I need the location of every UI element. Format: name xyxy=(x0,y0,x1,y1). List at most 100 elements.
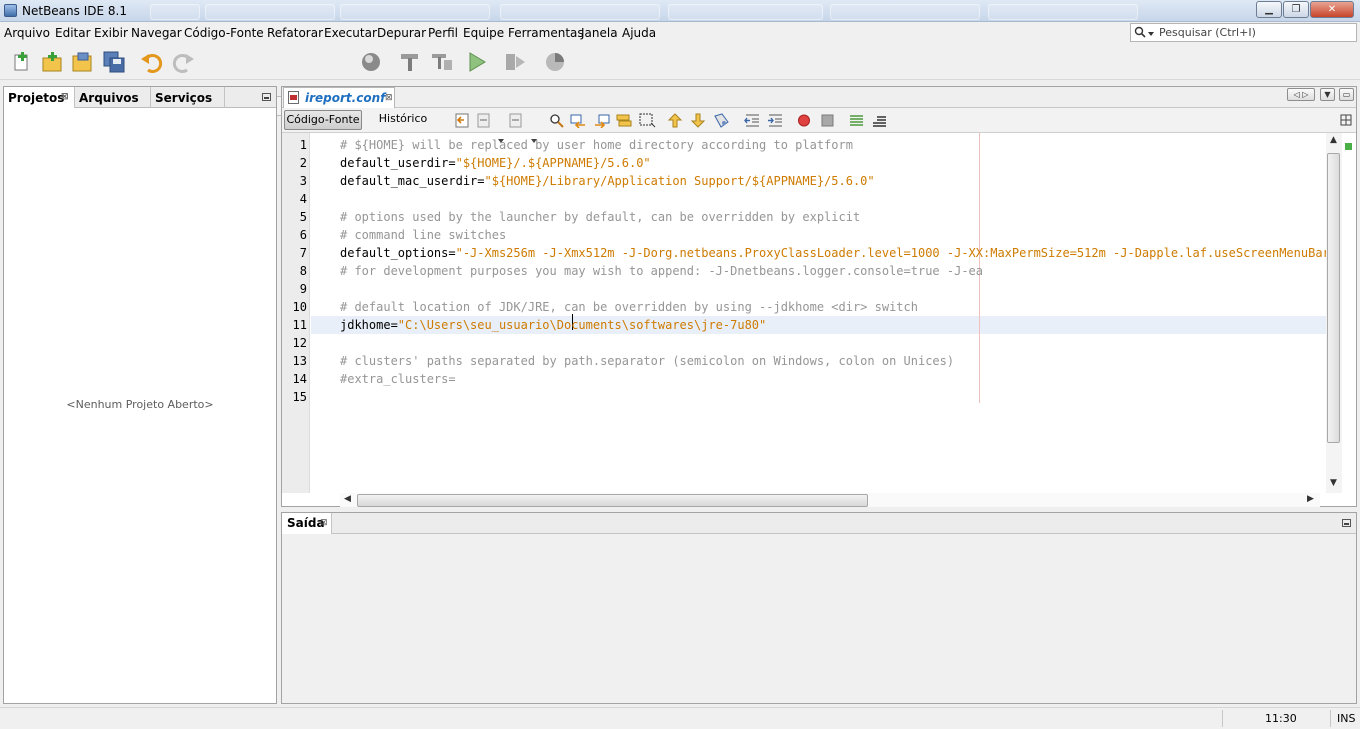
minimize-panel-icon[interactable] xyxy=(262,93,271,101)
code-token: #extra_clusters= xyxy=(340,372,456,386)
status-separator xyxy=(1330,710,1331,727)
menu-depurar[interactable]: Depurar xyxy=(377,26,426,40)
code-token: # clusters' paths separated by path.sepa… xyxy=(340,354,955,368)
close-window-button[interactable]: ✕ xyxy=(1310,1,1354,18)
previous-bookmark-icon[interactable] xyxy=(667,113,684,128)
run-icon[interactable] xyxy=(465,50,489,74)
code-token: default_userdir= xyxy=(340,156,456,170)
new-project-icon[interactable] xyxy=(40,50,64,74)
scroll-up-icon[interactable]: ▲ xyxy=(1330,135,1337,145)
no-project-message: <Nenhum Projeto Aberto> xyxy=(66,398,214,411)
vertical-scrollbar[interactable]: ▲ ▼ xyxy=(1326,133,1342,493)
menu-arquivo[interactable]: Arquivo xyxy=(4,26,50,40)
source-view-button[interactable]: Código-Fonte xyxy=(284,110,362,130)
new-file-icon[interactable] xyxy=(10,50,34,74)
menu-exibir[interactable]: Exibir xyxy=(94,26,128,40)
code-line: default_mac_userdir="${HOME}/Library/App… xyxy=(340,172,875,190)
shift-right-icon[interactable] xyxy=(767,113,784,128)
next-bookmark-icon[interactable] xyxy=(690,113,707,128)
debug-icon[interactable] xyxy=(503,50,527,74)
comment-icon[interactable] xyxy=(848,113,865,128)
forward-icon[interactable] xyxy=(508,113,525,128)
tab-projetos[interactable]: Projetos ⊠ xyxy=(4,87,75,108)
scroll-tabs-buttons[interactable]: ◁ ▷ xyxy=(1287,88,1315,101)
menu-ferramentas[interactable]: Ferramentas xyxy=(508,26,584,40)
line-number: 11 xyxy=(292,318,307,332)
editor-tab-label: ireport.conf xyxy=(305,91,386,105)
menu-equipe[interactable]: Equipe xyxy=(463,26,504,40)
window-controls: ▁ ❐ ✕ xyxy=(1256,1,1354,18)
horizontal-scroll-thumb[interactable] xyxy=(357,494,868,507)
menu-executar[interactable]: Executar xyxy=(324,26,377,40)
scroll-right-icon[interactable]: ▶ xyxy=(1307,494,1314,504)
menu-codigo-fonte[interactable]: Código-Fonte xyxy=(184,26,264,40)
editor-tab-ireport-conf[interactable]: ireport.conf ⊠ xyxy=(283,87,395,109)
main-toolbar xyxy=(0,44,1360,116)
menu-refatorar[interactable]: Refatorar xyxy=(267,26,323,40)
find-previous-icon[interactable] xyxy=(570,113,587,128)
tab-arquivos[interactable]: Arquivos xyxy=(75,87,151,108)
horizontal-scrollbar[interactable]: ◀ ▶ xyxy=(340,493,1320,507)
profile-icon[interactable] xyxy=(543,50,567,74)
maximize-window-button[interactable]: ❐ xyxy=(1283,1,1309,18)
code-line: # options used by the launcher by defaul… xyxy=(340,208,860,226)
last-edit-icon[interactable] xyxy=(454,113,471,128)
menu-ajuda[interactable]: Ajuda xyxy=(622,26,656,40)
show-opened-documents-icon[interactable]: ▼ xyxy=(1320,88,1335,101)
undo-icon[interactable] xyxy=(140,50,164,74)
save-all-icon[interactable] xyxy=(102,50,126,74)
uncomment-icon[interactable] xyxy=(871,113,888,128)
minimize-window-button[interactable]: ▁ xyxy=(1256,1,1282,18)
caret-position: 11:30 xyxy=(1265,712,1297,725)
close-icon[interactable]: ⊠ xyxy=(61,92,69,102)
netbeans-app-icon xyxy=(4,4,17,17)
menu-perfil[interactable]: Perfil xyxy=(428,26,458,40)
line-number: 6 xyxy=(299,228,307,242)
output-panel: Saída ⊠ xyxy=(281,512,1357,704)
menu-janela[interactable]: Janela xyxy=(581,26,618,40)
code-area[interactable]: # ${HOME} will be replaced by user home … xyxy=(311,133,1326,493)
scroll-down-icon[interactable]: ▼ xyxy=(1330,478,1337,488)
split-editor-icon[interactable] xyxy=(1338,113,1355,128)
tab-saida[interactable]: Saída ⊠ xyxy=(282,513,332,534)
line-number-gutter: 1 2 3 4 5 6 7 8 9 10 11 12 13 14 15 xyxy=(282,133,310,493)
record-macro-icon[interactable] xyxy=(796,113,813,128)
redo-icon[interactable] xyxy=(171,50,195,74)
status-bar: 11:30 INS xyxy=(0,707,1360,729)
find-selection-icon[interactable] xyxy=(548,113,565,128)
error-stripe xyxy=(1342,133,1356,493)
code-line: # ${HOME} will be replaced by user home … xyxy=(340,136,853,154)
build-hammer-icon[interactable] xyxy=(398,50,422,74)
rectangular-selection-icon[interactable] xyxy=(639,113,656,128)
toggle-bookmark-icon[interactable] xyxy=(713,113,730,128)
code-token: jdkhome= xyxy=(340,318,398,332)
insert-mode: INS xyxy=(1337,712,1356,725)
vertical-scroll-thumb[interactable] xyxy=(1327,153,1340,443)
code-token: # command line switches xyxy=(340,228,507,242)
globe-icon[interactable] xyxy=(360,50,384,74)
menu-navegar[interactable]: Navegar xyxy=(131,26,182,40)
line-number: 15 xyxy=(292,390,307,404)
stop-macro-icon[interactable] xyxy=(819,113,836,128)
code-line: default_userdir="${HOME}/.${APPNAME}/5.6… xyxy=(340,154,651,172)
maximize-window-icon[interactable]: ▭ xyxy=(1339,88,1354,101)
menu-editar[interactable]: Editar xyxy=(55,26,91,40)
taskbar-ghost xyxy=(988,4,1138,20)
line-number: 9 xyxy=(299,282,307,296)
search-options-chevron-icon[interactable] xyxy=(1148,32,1154,36)
clean-build-icon[interactable] xyxy=(430,50,454,74)
code-line: default_options="-J-Xms256m -J-Xmx512m -… xyxy=(340,244,1326,262)
close-icon[interactable]: ⊠ xyxy=(385,93,393,103)
find-next-icon[interactable] xyxy=(593,113,610,128)
tab-servicos[interactable]: Serviços xyxy=(151,87,225,108)
close-icon[interactable]: ⊠ xyxy=(320,518,328,528)
shift-left-icon[interactable] xyxy=(744,113,761,128)
open-project-icon[interactable] xyxy=(70,50,94,74)
code-line: #extra_clusters= xyxy=(340,370,456,388)
history-view-button[interactable]: Histórico xyxy=(372,110,434,130)
search-field[interactable]: Pesquisar (Ctrl+I) xyxy=(1130,23,1357,42)
minimize-panel-icon[interactable] xyxy=(1342,519,1351,527)
back-icon[interactable] xyxy=(476,113,493,128)
toggle-highlight-icon[interactable] xyxy=(616,113,633,128)
scroll-left-icon[interactable]: ◀ xyxy=(344,494,351,504)
